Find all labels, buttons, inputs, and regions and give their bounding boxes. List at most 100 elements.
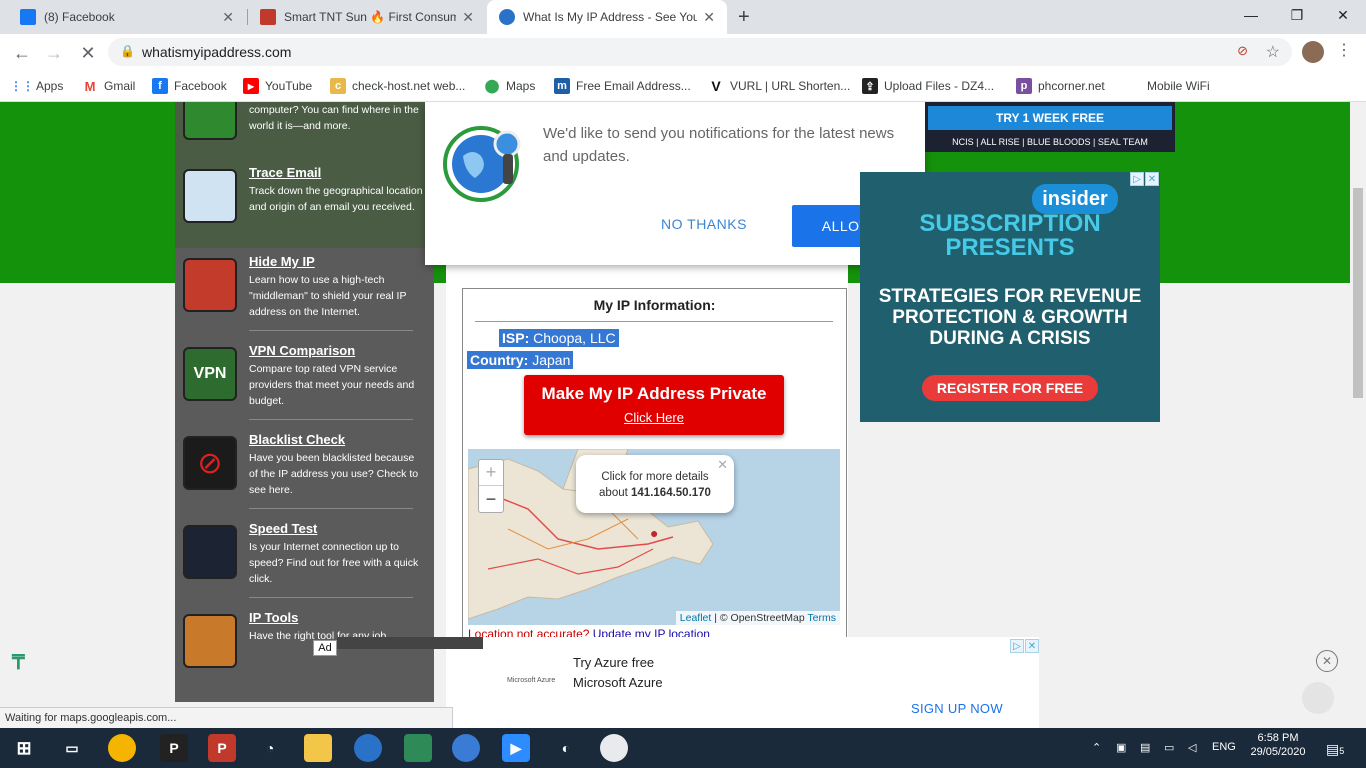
page-scrollbar[interactable] — [1350, 102, 1366, 728]
task-view-icon[interactable]: ▭ — [58, 734, 86, 762]
tray-arrow-icon[interactable]: ⌃ — [1092, 741, 1101, 754]
tray-clock[interactable]: 6:58 PM 29/05/2020 — [1248, 732, 1308, 758]
zoom-in-button[interactable]: + — [479, 460, 503, 486]
bookmark-maps[interactable]: ⬤ Maps — [484, 76, 536, 96]
whatismyip-icon — [499, 9, 515, 25]
language-indicator[interactable]: ENG — [1212, 741, 1236, 753]
file-explorer-icon[interactable] — [304, 734, 332, 762]
windows-start-icon[interactable]: ⊞ — [10, 734, 38, 762]
bookmark-upload[interactable]: ⇪ Upload Files - DZ4... — [862, 76, 994, 96]
vpn-taskbar-icon[interactable]: ◔ — [256, 734, 284, 762]
facebook-icon: f — [152, 78, 168, 94]
click-here-link[interactable]: Click Here — [524, 410, 784, 425]
country-row: Country: Japan — [467, 351, 574, 369]
tray-network-icon[interactable]: ▣ — [1116, 741, 1126, 754]
clock-time: 6:58 PM — [1257, 732, 1299, 744]
ad-close-icon[interactable]: ✕ — [1145, 172, 1159, 186]
back-icon[interactable]: ← — [10, 41, 34, 65]
sidebar-item-title: Speed Test — [249, 521, 318, 536]
close-tab-icon[interactable]: ✕ — [222, 9, 234, 26]
bookmark-label: Gmail — [104, 79, 136, 93]
trace-email-icon — [183, 169, 237, 223]
bookmark-mobile-wifi[interactable]: Mobile WiFi — [1147, 76, 1210, 96]
close-tab-icon[interactable]: ✕ — [462, 9, 474, 26]
leaflet-link[interactable]: Leaflet — [680, 612, 712, 624]
scrollbar-thumb[interactable] — [1353, 188, 1363, 398]
profile-avatar[interactable] — [1302, 41, 1324, 63]
bookmark-star-icon[interactable]: ☆ — [1266, 42, 1280, 62]
location-map[interactable]: + − ✕ Click for more details about 141.1… — [468, 449, 840, 625]
browser-taskbar-icon[interactable] — [354, 734, 382, 762]
make-ip-private-button[interactable]: Make My IP Address Private Click Here — [524, 375, 784, 435]
bookmark-phcorner[interactable]: p phcorner.net — [1016, 76, 1105, 96]
bookmark-free-email[interactable]: m Free Email Address... — [554, 76, 691, 96]
tray-security-icon[interactable]: ▤ — [1140, 741, 1150, 754]
ad-close-icon[interactable]: ✕ — [1025, 639, 1039, 653]
close-window-icon[interactable]: ✕ — [1320, 0, 1366, 30]
dismiss-ad-icon[interactable]: ✕ — [1316, 650, 1338, 672]
bookmark-checkhost[interactable]: c check-host.net web... — [330, 76, 465, 96]
minimize-icon[interactable]: — — [1228, 0, 1274, 30]
notification-bell-icon[interactable] — [1302, 682, 1334, 714]
pandora-taskbar-icon[interactable]: P — [160, 734, 188, 762]
feedback-icon[interactable]: ₸ — [12, 650, 25, 675]
isp-value: Choopa, LLC — [533, 330, 616, 346]
tab-whatismyip[interactable]: What Is My IP Address - See Your ✕ — [487, 0, 727, 34]
red-app-taskbar-icon[interactable]: ◐ — [552, 734, 580, 762]
map-popup[interactable]: ✕ Click for more details about 141.164.5… — [576, 455, 734, 513]
zoom-out-button[interactable]: − — [479, 486, 503, 512]
tray-volume-icon[interactable]: ◁ — [1188, 741, 1196, 754]
forward-icon[interactable]: → — [42, 41, 66, 65]
sidebar-item-desc: Learn how to use a high-tech "middleman"… — [249, 274, 407, 318]
popup-line2: about 141.164.50.170 — [576, 485, 734, 501]
sidebar-item-desc: Compare top rated VPN service providers … — [249, 363, 415, 407]
bookmark-apps[interactable]: ⋮⋮ Apps — [10, 76, 63, 96]
close-tab-icon[interactable]: ✕ — [703, 9, 715, 26]
register-button[interactable]: REGISTER FOR FREE — [922, 375, 1098, 401]
maximize-icon[interactable]: ❐ — [1274, 0, 1320, 30]
stop-loading-icon[interactable]: ✕ — [76, 41, 100, 65]
tab-title: (8) Facebook — [44, 10, 115, 24]
game-taskbar-icon[interactable] — [404, 734, 432, 762]
tab-smart-tnt[interactable]: Smart TNT Sun 🔥 First Consume ✕ — [248, 0, 486, 34]
azure-ad[interactable]: Microsoft Azure Try Azure free Microsoft… — [483, 637, 1039, 728]
action-center-icon[interactable]: ▤5 — [1326, 741, 1344, 758]
no-thanks-button[interactable]: NO THANKS — [661, 216, 747, 232]
tab-facebook[interactable]: (8) Facebook ✕ — [8, 0, 246, 34]
chrome-active-taskbar-icon[interactable] — [600, 734, 628, 762]
map-marker-icon[interactable]: ● — [650, 525, 662, 541]
sidebar-item-ip-lookup[interactable]: computer? You can find where in the worl… — [183, 102, 431, 146]
chrome-taskbar-icon[interactable] — [108, 734, 136, 762]
ad-image-strip — [337, 637, 483, 649]
address-bar[interactable]: 🔒 whatismyipaddress.com ⊘ ☆ — [108, 38, 1292, 66]
facebook-icon — [20, 9, 36, 25]
bookmark-label: YouTube — [265, 79, 313, 93]
bookmark-gmail[interactable]: M Gmail — [82, 76, 136, 96]
new-tab-button[interactable]: + — [734, 0, 764, 34]
menu-icon[interactable]: ⋮ — [1336, 40, 1352, 60]
vpn-icon: VPN — [183, 347, 237, 401]
app-taskbar-icon[interactable]: P — [208, 734, 236, 762]
bookmark-label: Maps — [506, 79, 536, 93]
tray-battery-icon[interactable]: ▭ — [1164, 741, 1174, 754]
ip-info-box: My IP Information: ISP: Choopa, LLC Coun… — [462, 288, 847, 641]
bookmark-youtube[interactable]: ▶ YouTube — [243, 76, 312, 96]
terms-link[interactable]: Terms — [807, 612, 836, 624]
adchoices-icon[interactable]: ▷ — [1130, 172, 1144, 186]
tools-sidebar: computer? You can find where in the worl… — [175, 102, 434, 702]
adchoices-icon[interactable]: ▷ — [1010, 639, 1024, 653]
bookmark-vurl[interactable]: V VURL | URL Shorten... — [708, 76, 850, 96]
browser-toolbar: ← → ✕ 🔒 whatismyipaddress.com ⊘ ☆ ⋮ — [0, 34, 1366, 70]
blocked-icon[interactable]: ⊘ — [1237, 43, 1248, 59]
try-free-button[interactable]: TRY 1 WEEK FREE — [928, 106, 1172, 130]
popup-ip: 141.164.50.170 — [631, 487, 711, 499]
top-banner-ad[interactable]: TRY 1 WEEK FREE NCIS | ALL RISE | BLUE B… — [925, 102, 1175, 152]
sidebar-item-desc: computer? You can find where in the worl… — [249, 104, 419, 132]
popup-close-icon[interactable]: ✕ — [717, 457, 728, 473]
network-taskbar-icon[interactable] — [452, 734, 480, 762]
sign-up-button[interactable]: SIGN UP NOW — [911, 701, 1003, 716]
insider-ad[interactable]: SUBSCRIPTION PRESENTS insider STRATEGIES… — [860, 172, 1160, 422]
bookmark-facebook[interactable]: f Facebook — [152, 76, 227, 96]
zoom-taskbar-icon[interactable]: ▶ — [502, 734, 530, 762]
windows-taskbar: ⊞ ▭ P P ◔ ▶ ◐ ⌃ ▣ ▤ ▭ ◁ ENG 6:58 PM 29/0… — [0, 728, 1366, 768]
